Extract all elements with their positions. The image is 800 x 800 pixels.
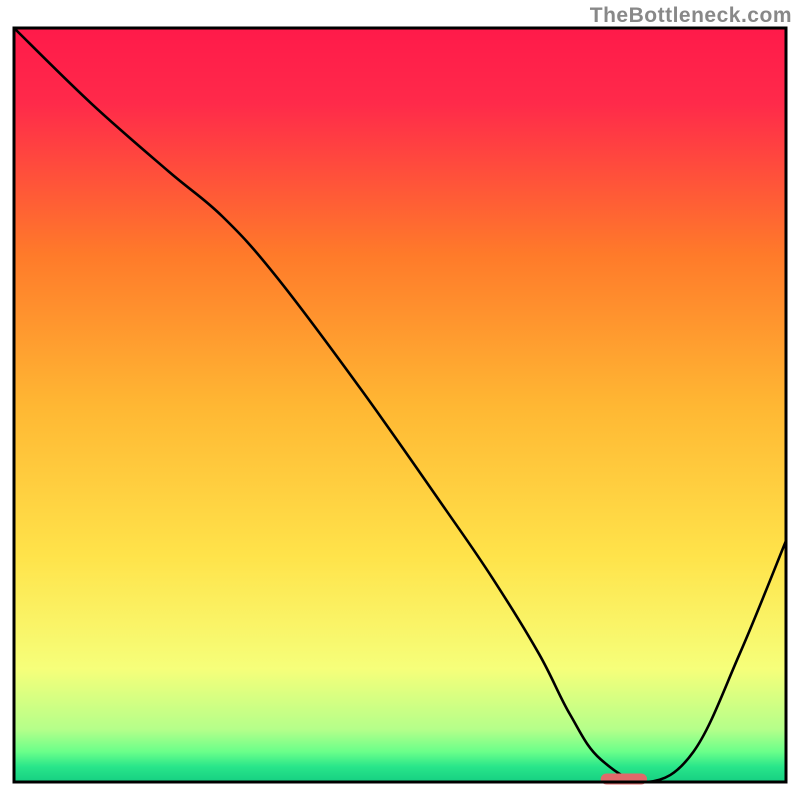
plot-group: [14, 28, 786, 785]
watermark-text: TheBottleneck.com: [590, 4, 792, 28]
chart-svg: [0, 0, 800, 800]
bottleneck-chart: TheBottleneck.com: [0, 0, 800, 800]
gradient-background: [14, 28, 786, 782]
